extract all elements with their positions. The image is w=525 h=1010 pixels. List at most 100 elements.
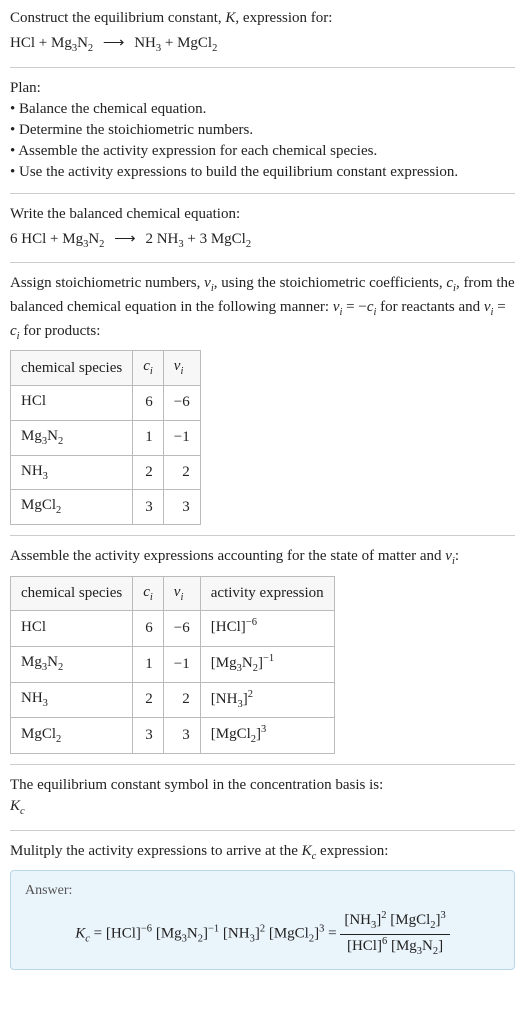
col-ci: ci [133, 351, 164, 386]
species-1: HCl [21, 231, 46, 247]
table-row: MgCl2 3 3 [MgCl2]3 [11, 718, 335, 754]
cell-ci: 3 [133, 718, 164, 754]
stoich-intro: Assign stoichiometric numbers, νi, using… [10, 273, 515, 344]
species-3-sub: 3 [178, 239, 183, 250]
divider [10, 764, 515, 765]
prompt-text: Construct the equilibrium constant, [10, 10, 225, 26]
cell-ci: 6 [133, 611, 164, 647]
plan-item: Assemble the activity expression for eac… [10, 141, 515, 162]
coef-4: 3 [200, 231, 208, 247]
col-species: chemical species [11, 576, 133, 611]
arrow-icon: ⟶ [114, 231, 136, 247]
species-2b: N [88, 231, 99, 247]
cell-ci: 3 [133, 490, 164, 525]
reactant-2-sub2: 2 [88, 43, 93, 54]
cell-nui: −1 [163, 420, 200, 455]
cell-species: Mg3N2 [11, 646, 133, 682]
divider [10, 830, 515, 831]
col-nui: νi [163, 351, 200, 386]
divider [10, 262, 515, 263]
stoich-table: chemical species ci νi HCl 6 −6 Mg3N2 1 … [10, 350, 201, 524]
table-row: Mg3N2 1 −1 [Mg3N2]−1 [11, 646, 335, 682]
balanced-section: Write the balanced chemical equation: 6 … [10, 204, 515, 253]
cell-ci: 1 [133, 646, 164, 682]
cell-nui: 3 [163, 490, 200, 525]
cell-species: MgCl2 [11, 718, 133, 754]
table-row: MgCl2 3 3 [11, 490, 201, 525]
species-3: NH [157, 231, 179, 247]
fraction-numerator: [NH3]2 [MgCl2]3 [340, 909, 449, 935]
plan-item: Use the activity expressions to build th… [10, 162, 515, 183]
answer-label: Answer: [25, 881, 500, 901]
product-1: NH [134, 35, 156, 51]
cell-activity: [HCl]−6 [200, 611, 334, 647]
product-1-sub: 3 [156, 43, 161, 54]
fraction: [NH3]2 [MgCl2]3 [HCl]6 [Mg3N2] [340, 909, 449, 959]
balanced-intro: Write the balanced chemical equation: [10, 204, 515, 225]
answer-box: Answer: Kc = [HCl]−6 [Mg3N2]−1 [NH3]2 [M… [10, 870, 515, 970]
cell-activity: [Mg3N2]−1 [200, 646, 334, 682]
cell-species: NH3 [11, 455, 133, 490]
table-row: NH3 2 2 [11, 455, 201, 490]
cell-ci: 1 [133, 420, 164, 455]
cell-nui: −6 [163, 611, 200, 647]
balanced-equation: 6 HCl + Mg3N2 ⟶ 2 NH3 + 3 MgCl2 [10, 229, 515, 253]
species-4-sub: 2 [246, 239, 251, 250]
cell-ci: 2 [133, 455, 164, 490]
activity-section: Assemble the activity expressions accoun… [10, 546, 515, 754]
cell-ci: 2 [133, 682, 164, 718]
coef-3: 2 [145, 231, 153, 247]
basis-symbol: Kc [10, 796, 515, 820]
cell-species: MgCl2 [11, 490, 133, 525]
col-ci: ci [133, 576, 164, 611]
cell-nui: −1 [163, 646, 200, 682]
cell-nui: 3 [163, 718, 200, 754]
table-row: HCl 6 −6 [11, 386, 201, 421]
table-row: NH3 2 2 [NH3]2 [11, 682, 335, 718]
fraction-denominator: [HCl]6 [Mg3N2] [340, 935, 449, 960]
arrow-icon: ⟶ [103, 35, 125, 51]
stoich-section: Assign stoichiometric numbers, νi, using… [10, 273, 515, 525]
cell-activity: [NH3]2 [200, 682, 334, 718]
final-section: Mulitply the activity expressions to arr… [10, 841, 515, 971]
activity-table: chemical species ci νi activity expressi… [10, 576, 335, 754]
reactant-1: HCl [10, 35, 35, 51]
cell-ci: 6 [133, 386, 164, 421]
cell-species: NH3 [11, 682, 133, 718]
cell-nui: 2 [163, 682, 200, 718]
plan-title: Plan: [10, 78, 515, 99]
species-2a: Mg [62, 231, 83, 247]
cell-activity: [MgCl2]3 [200, 718, 334, 754]
unbalanced-equation: HCl + Mg3N2 ⟶ NH3 + MgCl2 [10, 33, 515, 57]
cell-species: HCl [11, 386, 133, 421]
table-header-row: chemical species ci νi [11, 351, 201, 386]
k-var: K [225, 10, 235, 26]
basis-section: The equilibrium constant symbol in the c… [10, 775, 515, 820]
species-2-sub2: 2 [99, 239, 104, 250]
divider [10, 193, 515, 194]
basis-line1: The equilibrium constant symbol in the c… [10, 775, 515, 796]
prompt-text-2: , expression for: [235, 10, 332, 26]
divider [10, 535, 515, 536]
species-4: MgCl [211, 231, 246, 247]
reactant-2b: N [77, 35, 88, 51]
cell-species: HCl [11, 611, 133, 647]
final-intro: Mulitply the activity expressions to arr… [10, 841, 515, 865]
activity-intro: Assemble the activity expressions accoun… [10, 546, 515, 570]
reactant-2a: Mg [51, 35, 72, 51]
product-2: MgCl [177, 35, 212, 51]
table-row: Mg3N2 1 −1 [11, 420, 201, 455]
plan-item: Balance the chemical equation. [10, 99, 515, 120]
coef-1: 6 [10, 231, 18, 247]
divider [10, 67, 515, 68]
cell-species: Mg3N2 [11, 420, 133, 455]
plan-item: Determine the stoichiometric numbers. [10, 120, 515, 141]
plan-section: Plan: Balance the chemical equation. Det… [10, 78, 515, 183]
table-row: HCl 6 −6 [HCl]−6 [11, 611, 335, 647]
kc-expression: Kc = [HCl]−6 [Mg3N2]−1 [NH3]2 [MgCl2]3 =… [25, 909, 500, 959]
product-2-sub: 2 [212, 43, 217, 54]
col-species: chemical species [11, 351, 133, 386]
cell-nui: 2 [163, 455, 200, 490]
col-nui: νi [163, 576, 200, 611]
col-activity: activity expression [200, 576, 334, 611]
